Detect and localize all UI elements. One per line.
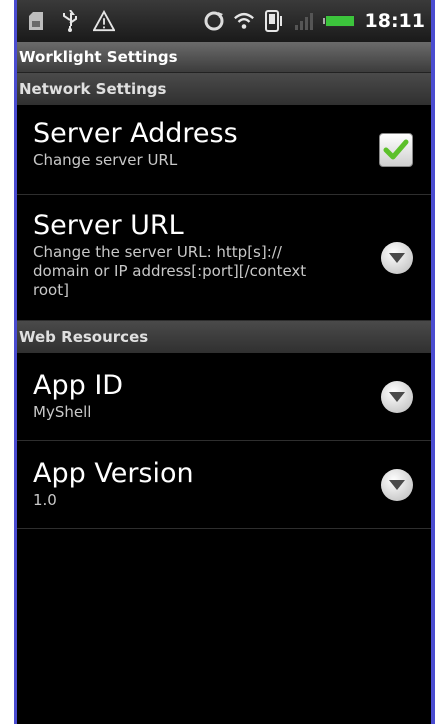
category-web-resources: Web Resources	[17, 321, 431, 353]
pref-app-id[interactable]: App ID MyShell	[17, 353, 431, 441]
warning-icon	[93, 10, 115, 32]
pref-server-address[interactable]: Server Address Change server URL	[17, 105, 431, 195]
pref-title: App ID	[33, 370, 124, 401]
battery-icon	[322, 10, 357, 32]
status-bar: 18:11	[17, 0, 431, 42]
usb-icon	[59, 10, 81, 32]
pref-summary: Change the server URL: http[s]:// domain…	[33, 243, 307, 299]
sd-card-icon	[25, 10, 47, 32]
pref-app-version[interactable]: App Version 1.0	[17, 441, 431, 529]
chevron-down-icon	[389, 252, 405, 263]
signal-icon	[293, 10, 315, 32]
wifi-icon	[233, 10, 255, 32]
app-title: Worklight Settings	[17, 42, 431, 73]
server-url-dropdown[interactable]	[381, 241, 413, 274]
chevron-down-icon	[389, 479, 405, 490]
phone-icon	[263, 10, 285, 32]
phone-screen: 18:11 Worklight Settings Network Setting…	[14, 0, 435, 724]
check-icon	[383, 139, 409, 159]
category-network-settings: Network Settings	[17, 73, 431, 105]
pref-title: Server URL	[33, 210, 184, 241]
pref-summary: 1.0	[33, 491, 57, 509]
pref-summary: Change server URL	[33, 151, 178, 169]
clock: 18:11	[364, 10, 425, 32]
pref-title: Server Address	[33, 118, 238, 149]
server-address-checkbox[interactable]	[379, 132, 413, 167]
chevron-down-icon	[389, 391, 405, 402]
pref-server-url[interactable]: Server URL Change the server URL: http[s…	[17, 195, 431, 321]
app-id-dropdown[interactable]	[381, 380, 413, 413]
app-version-dropdown[interactable]	[381, 468, 413, 501]
pref-title: App Version	[33, 458, 194, 489]
pref-summary: MyShell	[33, 403, 92, 421]
sync-icon	[203, 10, 225, 32]
